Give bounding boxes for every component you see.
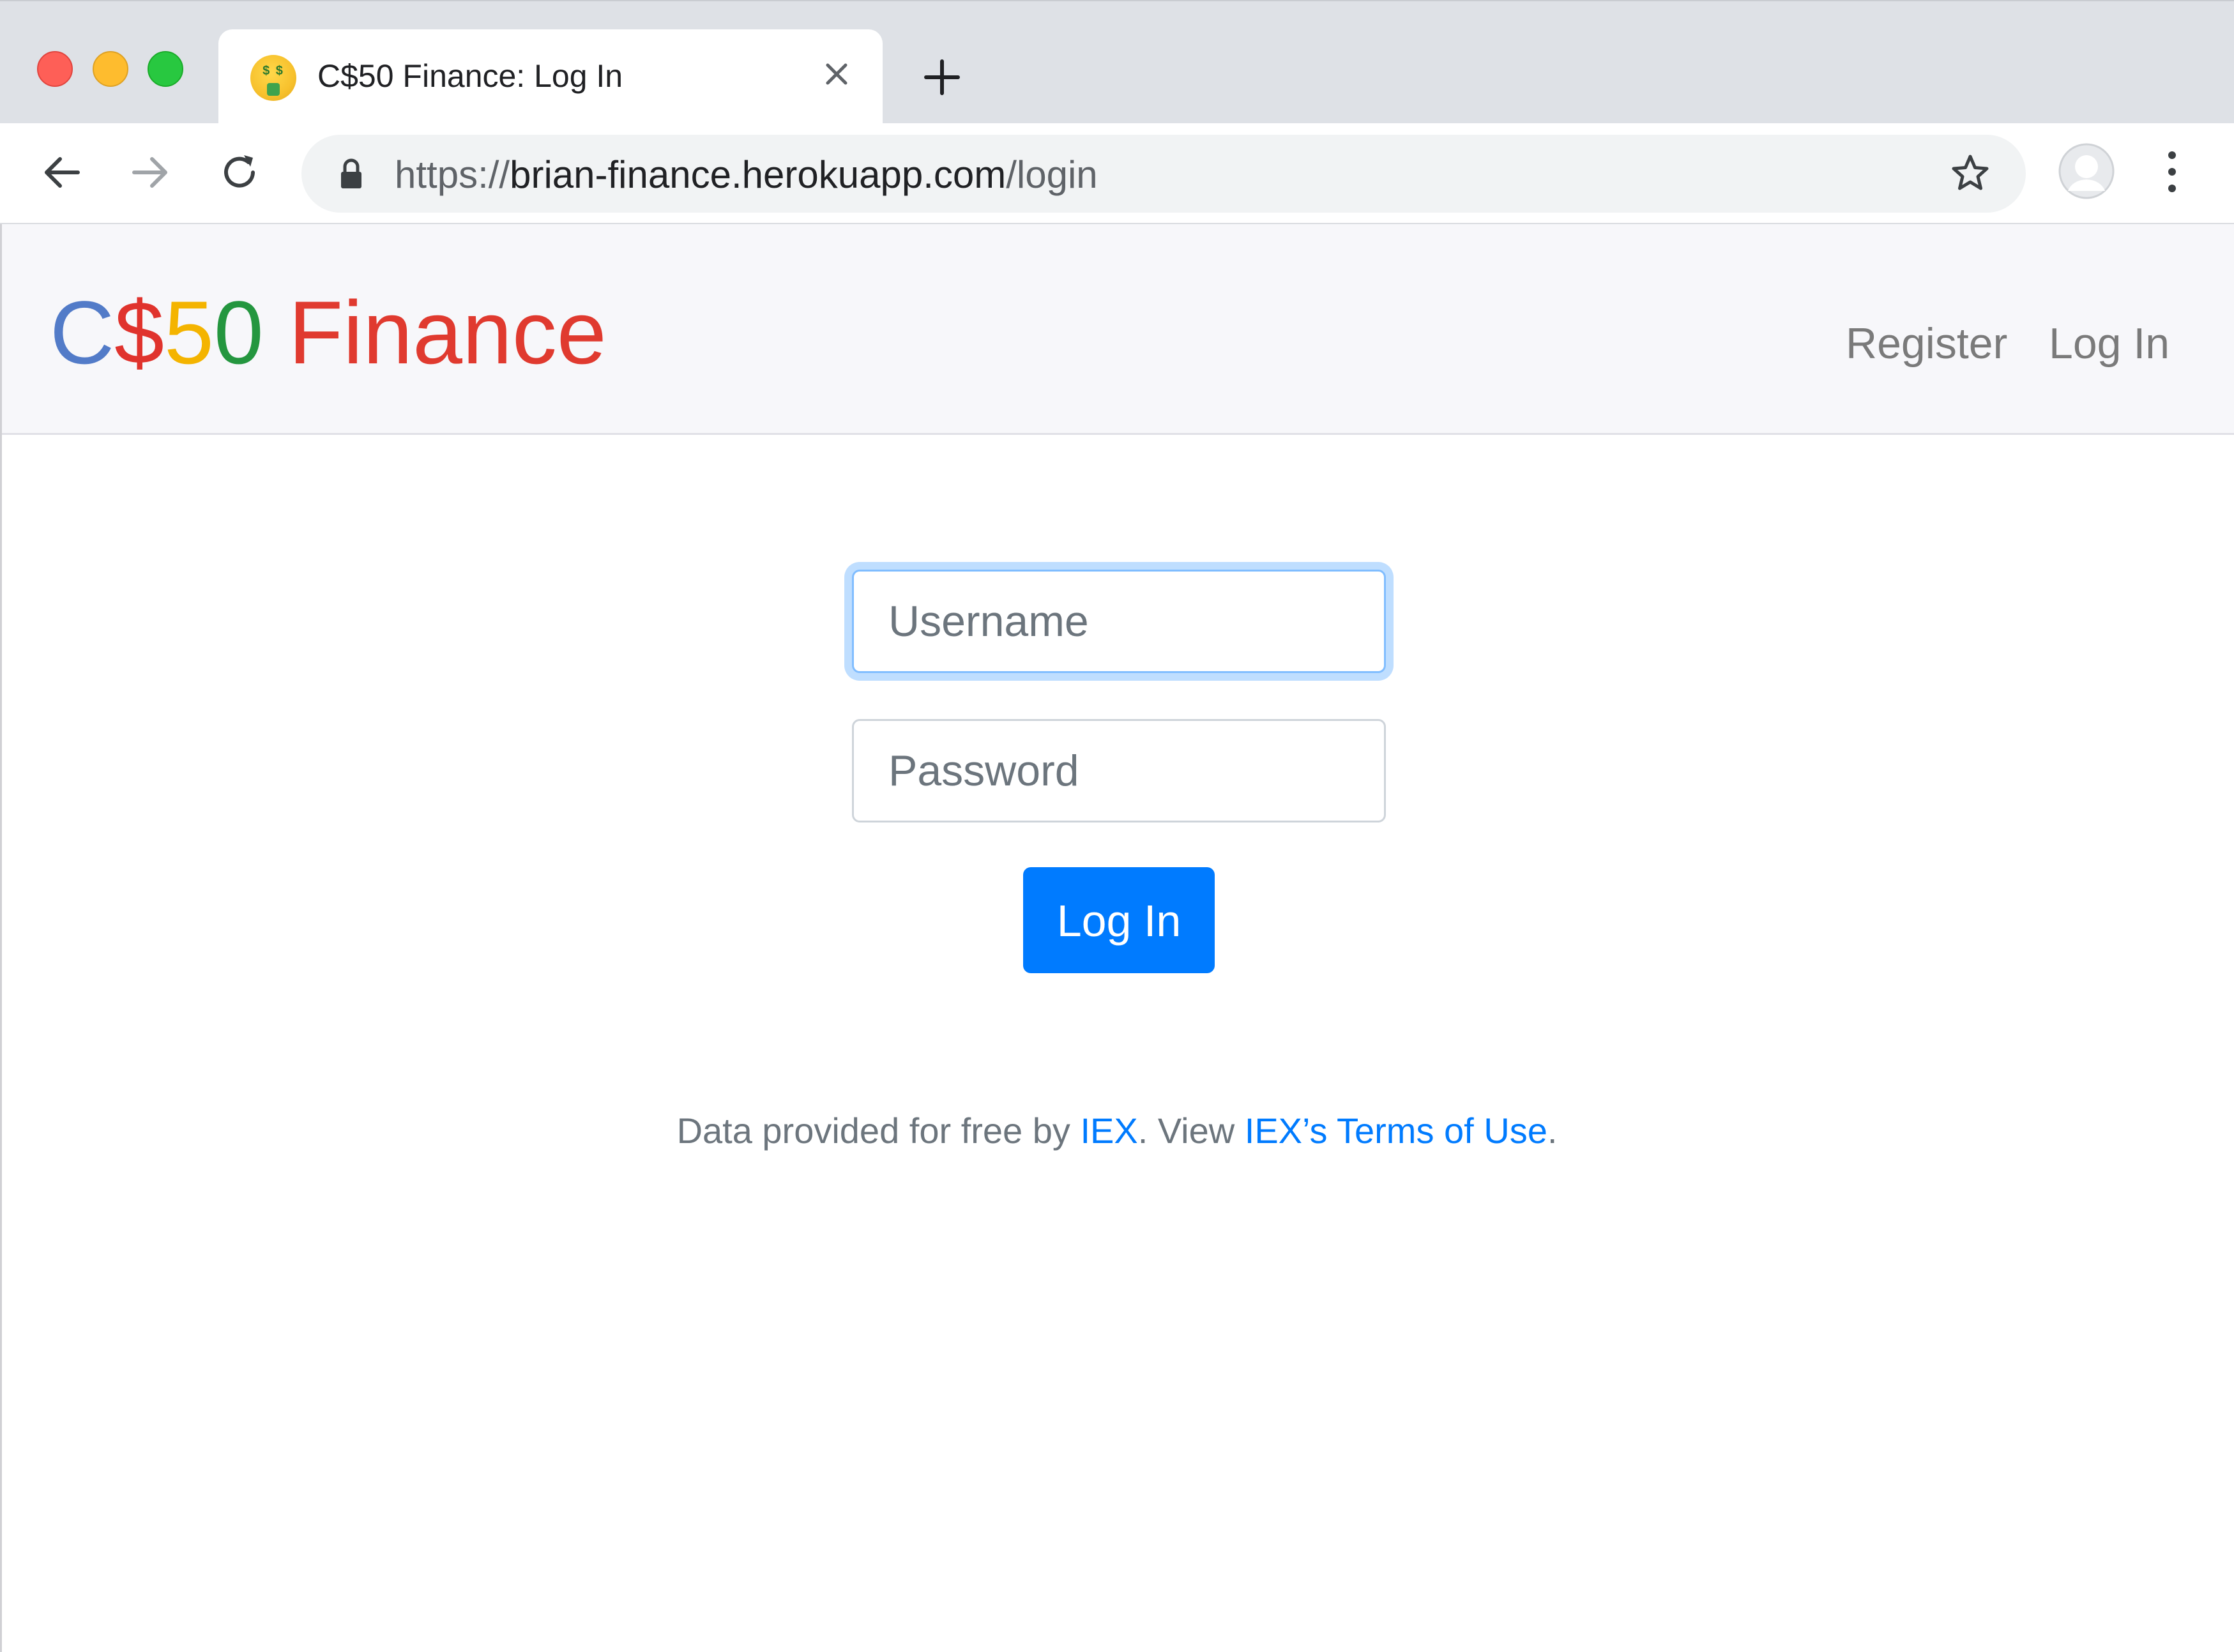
login-submit-button[interactable]: Log In	[1023, 867, 1215, 973]
browser-tab-active[interactable]: $ $ C$50 Finance: Log In	[218, 29, 883, 125]
close-window-button[interactable]	[37, 51, 73, 87]
kebab-menu-icon[interactable]	[2156, 146, 2188, 197]
back-arrow-icon[interactable]	[40, 150, 84, 195]
iex-terms-link[interactable]: IEX’s Terms of Use	[1245, 1110, 1547, 1151]
maximize-window-button[interactable]	[148, 51, 183, 87]
site-navbar: C$50 Finance Register Log In	[0, 224, 2234, 435]
browser-toolbar: https://brian-finance.herokuapp.com/logi…	[0, 123, 2234, 224]
tab-close-icon[interactable]	[819, 56, 855, 92]
footer-attribution: Data provided for free by IEX. View IEX’…	[676, 1110, 1558, 1151]
password-input[interactable]	[852, 719, 1386, 822]
lock-icon[interactable]	[338, 158, 364, 190]
brand-logo[interactable]: C$50 Finance	[50, 288, 607, 377]
iex-link[interactable]: IEX	[1080, 1110, 1137, 1151]
profile-avatar-icon[interactable]	[2058, 142, 2115, 200]
forward-arrow-icon[interactable]	[128, 150, 172, 195]
bookmark-star-icon[interactable]	[1949, 153, 1991, 195]
tab-title: C$50 Finance: Log In	[317, 58, 623, 94]
address-bar[interactable]: https://brian-finance.herokuapp.com/logi…	[301, 135, 2026, 213]
url-text[interactable]: https://brian-finance.herokuapp.com/logi…	[395, 153, 1098, 197]
new-tab-plus-icon[interactable]	[920, 55, 964, 100]
nav-register-link[interactable]: Register	[1846, 319, 2007, 368]
browser-titlebar: $ $ C$50 Finance: Log In	[0, 0, 2234, 125]
money-mouth-face-icon: $ $	[250, 55, 296, 101]
username-input[interactable]	[852, 570, 1386, 673]
reload-icon[interactable]	[217, 150, 262, 195]
minimize-window-button[interactable]	[93, 51, 128, 87]
nav-login-link[interactable]: Log In	[2049, 319, 2169, 368]
